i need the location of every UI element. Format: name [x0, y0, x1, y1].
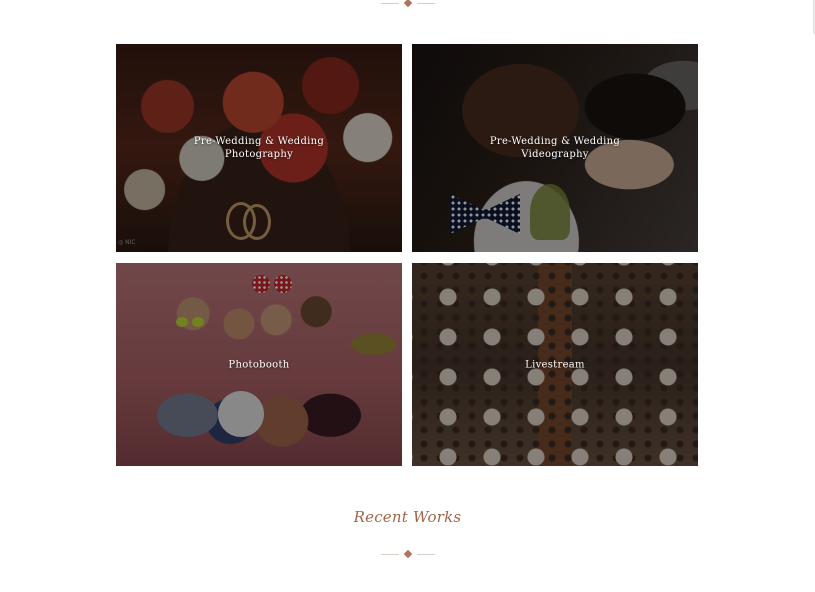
divider-line-left [380, 2, 399, 4]
bottom-divider-ornament [380, 549, 435, 559]
service-label-livestream: Livestream [525, 359, 585, 370]
divider-line-right [416, 553, 435, 555]
page: ◎ NIC Pre-Wedding & Wedding Photography … [0, 0, 815, 592]
recent-works-heading: Recent Works [353, 508, 462, 526]
service-label-photography: Pre-Wedding & Wedding Photography [193, 136, 325, 160]
divider-line-left [380, 553, 399, 555]
diamond-icon [403, 0, 412, 8]
service-label-videography: Pre-Wedding & Wedding Videography [489, 136, 621, 160]
divider-line-right [416, 2, 435, 4]
top-divider-ornament [380, 0, 435, 8]
services-grid: ◎ NIC Pre-Wedding & Wedding Photography … [116, 44, 698, 466]
diamond-icon [403, 549, 412, 559]
service-tile-livestream[interactable]: Livestream [412, 263, 698, 466]
service-tile-photography[interactable]: ◎ NIC Pre-Wedding & Wedding Photography [116, 44, 402, 252]
service-tile-photobooth[interactable]: Photobooth [116, 263, 402, 466]
service-tile-videography[interactable]: Pre-Wedding & Wedding Videography [412, 44, 698, 252]
service-label-photobooth: Photobooth [228, 359, 290, 370]
